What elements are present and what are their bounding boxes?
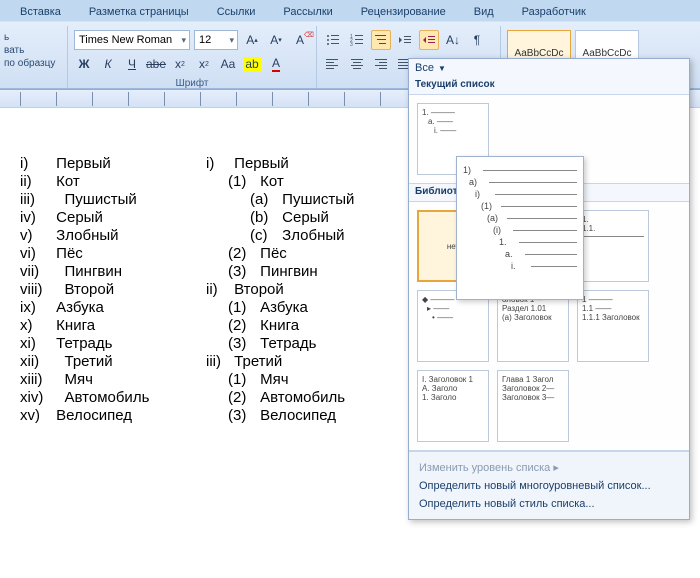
list1-item: xv) Велосипед [20, 407, 206, 424]
dd-current-section: Текущий список [409, 77, 689, 94]
list1-item: xiii) Мяч [20, 371, 206, 388]
list-thumb-6[interactable]: 1 ———1.1 ——1.1.1 Заголовок [577, 290, 649, 362]
tab-0[interactable]: Вставка [6, 3, 75, 21]
list-thumb-5[interactable]: оловок 1—Раздел 1.01(a) Заголовок [497, 290, 569, 362]
dd-all-header[interactable]: Все▼ [409, 59, 689, 77]
copy-btn[interactable]: вать [4, 45, 63, 56]
underline-btn[interactable]: Ч [122, 54, 142, 74]
list2-item: (1) Кот [228, 173, 392, 190]
font-group: Times New Roman 12 A▴ A▾ A⌫ Ж К Ч abe x2… [68, 26, 317, 88]
list1-item: x) Книга [20, 317, 206, 334]
list1-item: ix) Азбука [20, 299, 206, 316]
list1-item: xiv) Автомобиль [20, 389, 206, 406]
list2-item: (3) Тетрадь [228, 335, 392, 352]
subscript-btn[interactable]: x2 [170, 54, 190, 74]
list1-item: vi) Пёс [20, 245, 206, 262]
list-thumb-4[interactable]: ◆ ———▸ ——• —— [417, 290, 489, 362]
tab-6[interactable]: Разработчик [508, 3, 600, 21]
grow-font-btn[interactable]: A▴ [242, 30, 262, 50]
list2-item: (1) Азбука [228, 299, 392, 316]
list2-item: (c) Злобный [250, 227, 392, 244]
bullets-btn[interactable] [323, 30, 343, 50]
tab-5[interactable]: Вид [460, 3, 508, 21]
strike-btn[interactable]: abe [146, 54, 166, 74]
list2-item: (3) Пингвин [228, 263, 392, 280]
font-group-label: Шрифт [74, 78, 310, 89]
dd-define-multilevel[interactable]: Определить новый многоуровневый список..… [417, 477, 681, 495]
numbering-btn[interactable]: 123 [347, 30, 367, 50]
increase-indent-btn[interactable] [419, 30, 439, 50]
list2-item: i) Первый [206, 155, 392, 172]
multilevel-list-btn[interactable] [371, 30, 391, 50]
dd-define-style[interactable]: Определить новый стиль списка... [417, 495, 681, 513]
svg-text:3: 3 [350, 42, 353, 47]
list1-item: v) Злобный [20, 227, 206, 244]
list2-item: ii) Второй [206, 281, 392, 298]
italic-btn[interactable]: К [98, 54, 118, 74]
list2-item: iii) Третий [206, 353, 392, 370]
list1-item: xi) Тетрадь [20, 335, 206, 352]
superscript-btn[interactable]: x2 [194, 54, 214, 74]
list2-item: (2) Автомобиль [228, 389, 392, 406]
list1-item: iii) Пушистый [20, 191, 206, 208]
align-right-btn[interactable] [371, 54, 391, 74]
dd-change-level: Изменить уровень списка ▸ [417, 458, 681, 477]
highlight-btn[interactable]: ab [242, 54, 262, 74]
list1-item: ii) Кот [20, 173, 206, 190]
format-painter-btn[interactable]: по образцу [4, 58, 63, 69]
align-center-btn[interactable] [347, 54, 367, 74]
list2-item: (2) Книга [228, 317, 392, 334]
font-name-select[interactable]: Times New Roman [74, 30, 190, 50]
show-marks-btn[interactable]: ¶ [467, 30, 487, 50]
align-left-btn[interactable] [323, 54, 343, 74]
list2-item: (b) Серый [250, 209, 392, 226]
list2-item: (a) Пушистый [250, 191, 392, 208]
font-size-select[interactable]: 12 [194, 30, 238, 50]
list-thumb-8[interactable]: Глава 1 ЗаголЗаголовок 2—Заголовок 3— [497, 370, 569, 442]
tab-2[interactable]: Ссылки [203, 3, 270, 21]
decrease-indent-btn[interactable] [395, 30, 415, 50]
sort-btn[interactable]: A↓ [443, 30, 463, 50]
shrink-font-btn[interactable]: A▾ [266, 30, 286, 50]
cut-btn[interactable]: ь [4, 32, 63, 43]
list-preview-popover: 1)a)i)(1)(a)(i)1.a.i. [456, 156, 584, 300]
list1-item: i) Первый [20, 155, 206, 172]
clear-format-btn[interactable]: A⌫ [290, 30, 310, 50]
list1-item: iv) Серый [20, 209, 206, 226]
list2-item: (3) Велосипед [228, 407, 392, 424]
list-thumb-7[interactable]: І. Заголовок 1А. Заголо1. Заголо [417, 370, 489, 442]
tab-3[interactable]: Рассылки [269, 3, 346, 21]
list1-item: vii) Пингвин [20, 263, 206, 280]
list1-item: viii) Второй [20, 281, 206, 298]
clipboard-group: ь вать по образцу [0, 26, 68, 88]
bold-btn[interactable]: Ж [74, 54, 94, 74]
tab-4[interactable]: Рецензирование [347, 3, 460, 21]
list1-item: xii) Третий [20, 353, 206, 370]
font-color-btn[interactable]: A [266, 54, 286, 74]
list2-item: (2) Пёс [228, 245, 392, 262]
list2-item: (1) Мяч [228, 371, 392, 388]
tab-1[interactable]: Разметка страницы [75, 3, 203, 21]
list-thumb-3[interactable]: 1.1.1. [577, 210, 649, 282]
change-case-btn[interactable]: Aa [218, 54, 238, 74]
